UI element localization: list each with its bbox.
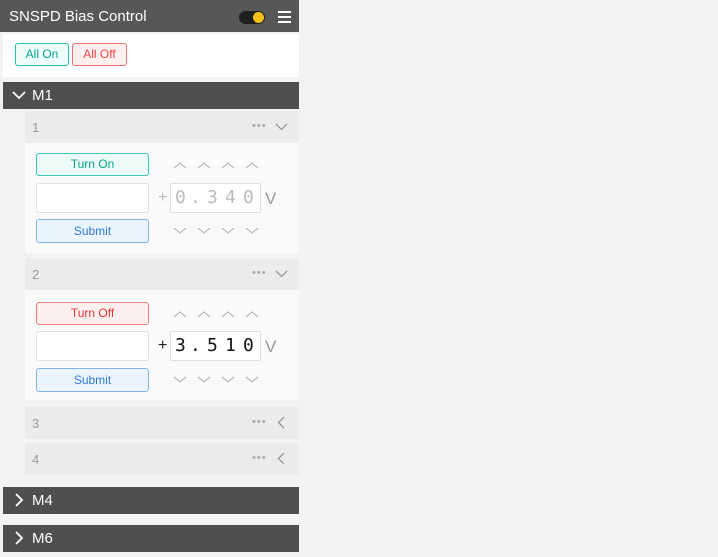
all-on-button[interactable]: All On bbox=[15, 43, 69, 66]
chevron-down-icon[interactable] bbox=[245, 226, 259, 236]
channel-number: 2 bbox=[32, 267, 40, 282]
all-off-button[interactable]: All Off bbox=[72, 43, 127, 66]
chevron-down-icon bbox=[12, 91, 26, 100]
digit-increment-row bbox=[173, 160, 259, 170]
voltage-digit: 0 bbox=[175, 187, 186, 208]
chevron-down-icon[interactable] bbox=[275, 120, 288, 133]
channel-body-1: Turn On + 0 . 3 4 0 V Submit bbox=[25, 143, 299, 253]
chevron-down-icon[interactable] bbox=[275, 267, 288, 280]
module-label: M1 bbox=[32, 87, 53, 104]
more-options-icon[interactable]: ••• bbox=[252, 120, 267, 132]
digit-increment-row bbox=[173, 309, 259, 319]
chevron-down-icon[interactable] bbox=[221, 375, 235, 385]
module-header-m1[interactable]: M1 bbox=[3, 82, 299, 109]
voltage-readout: 0 . 3 4 0 bbox=[170, 183, 261, 213]
more-options-icon[interactable]: ••• bbox=[252, 452, 267, 464]
channel-header-4[interactable]: 4 ••• bbox=[25, 443, 299, 475]
chevron-down-icon[interactable] bbox=[197, 226, 211, 236]
app-header: SNSPD Bias Control bbox=[0, 0, 299, 32]
chevron-right-icon bbox=[15, 493, 24, 507]
channel-header-3[interactable]: 3 ••• bbox=[25, 407, 299, 439]
chevron-down-icon[interactable] bbox=[221, 226, 235, 236]
channel-number: 3 bbox=[32, 416, 40, 431]
chevron-down-icon[interactable] bbox=[245, 375, 259, 385]
voltage-input[interactable] bbox=[36, 183, 149, 213]
module-header-m4[interactable]: M4 bbox=[3, 487, 299, 514]
chevron-up-icon[interactable] bbox=[197, 309, 211, 319]
chevron-left-icon[interactable] bbox=[275, 416, 288, 429]
voltage-unit: V bbox=[265, 189, 277, 208]
submit-button[interactable]: Submit bbox=[36, 219, 149, 243]
bias-control-panel: SNSPD Bias Control All On All Off M1 1 •… bbox=[0, 0, 299, 557]
chevron-up-icon[interactable] bbox=[173, 309, 187, 319]
digit-decrement-row bbox=[173, 375, 259, 385]
voltage-digit: 1 bbox=[225, 335, 236, 356]
voltage-digit: 3 bbox=[175, 335, 186, 356]
turn-off-button[interactable]: Turn Off bbox=[36, 302, 149, 325]
voltage-readout: 3 . 5 1 0 bbox=[170, 331, 261, 361]
more-options-icon[interactable]: ••• bbox=[252, 267, 267, 279]
hamburger-menu-icon[interactable] bbox=[278, 11, 291, 23]
channel-number: 1 bbox=[32, 120, 40, 135]
channel-header-1[interactable]: 1 ••• bbox=[25, 111, 299, 143]
submit-button[interactable]: Submit bbox=[36, 368, 149, 392]
chevron-up-icon[interactable] bbox=[221, 309, 235, 319]
voltage-unit: V bbox=[265, 337, 277, 356]
voltage-digit: 0 bbox=[243, 335, 254, 356]
voltage-digit: 0 bbox=[243, 187, 254, 208]
chevron-down-icon[interactable] bbox=[173, 226, 187, 236]
chevron-left-icon[interactable] bbox=[275, 452, 288, 465]
chevron-up-icon[interactable] bbox=[221, 160, 235, 170]
more-options-icon[interactable]: ••• bbox=[252, 416, 267, 428]
module-label: M6 bbox=[32, 530, 53, 547]
global-actions-bar: All On All Off bbox=[3, 34, 299, 77]
voltage-digit: 3 bbox=[207, 187, 218, 208]
channel-header-2[interactable]: 2 ••• bbox=[25, 258, 299, 290]
app-title: SNSPD Bias Control bbox=[9, 8, 147, 25]
theme-toggle[interactable] bbox=[239, 11, 265, 24]
module-header-m6[interactable]: M6 bbox=[3, 525, 299, 552]
chevron-down-icon[interactable] bbox=[197, 375, 211, 385]
voltage-input[interactable] bbox=[36, 331, 149, 361]
chevron-up-icon[interactable] bbox=[197, 160, 211, 170]
chevron-up-icon[interactable] bbox=[245, 309, 259, 319]
chevron-up-icon[interactable] bbox=[173, 160, 187, 170]
voltage-digit: 4 bbox=[225, 187, 236, 208]
module-label: M4 bbox=[32, 492, 53, 509]
channel-body-2: Turn Off + 3 . 5 1 0 V Submit bbox=[25, 290, 299, 400]
decimal-point: . bbox=[190, 187, 201, 208]
chevron-right-icon bbox=[15, 531, 24, 545]
channel-number: 4 bbox=[32, 452, 40, 467]
voltage-sign: + bbox=[158, 189, 168, 206]
digit-decrement-row bbox=[173, 226, 259, 236]
voltage-digit: 5 bbox=[207, 335, 218, 356]
chevron-down-icon[interactable] bbox=[173, 375, 187, 385]
voltage-sign: + bbox=[158, 337, 168, 354]
chevron-up-icon[interactable] bbox=[245, 160, 259, 170]
decimal-point: . bbox=[190, 335, 201, 356]
sun-icon bbox=[253, 12, 264, 23]
turn-on-button[interactable]: Turn On bbox=[36, 153, 149, 176]
